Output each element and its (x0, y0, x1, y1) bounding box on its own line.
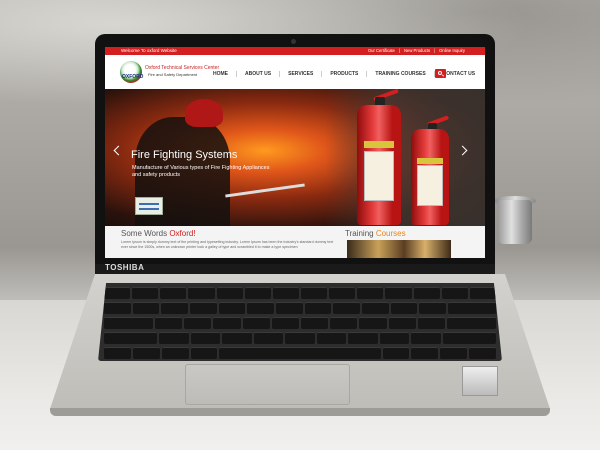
some-words-heading: Some Words Oxford! (121, 229, 196, 238)
webcam (291, 39, 296, 44)
topbar-link-certificate[interactable]: Our Certificate (368, 48, 395, 53)
topbar-link-inquiry[interactable]: Online Inquiry (439, 48, 465, 53)
training-heading-highlight: Courses (375, 229, 406, 238)
nav-separator (366, 71, 368, 77)
keyboard (98, 283, 502, 361)
department-name: Fire and Safety Department (148, 72, 198, 77)
nav-item-services[interactable]: SERVICES (288, 71, 313, 77)
extinguisher-label (416, 165, 444, 206)
nav-item-home[interactable]: HOME (213, 71, 228, 77)
topbar-link-new-products[interactable]: New Products (404, 48, 430, 53)
some-words-body: Lorem Ipsum is simply dummy text of the … (121, 240, 334, 250)
logo-text: OXFORD (122, 74, 144, 80)
nav-separator (321, 71, 323, 77)
firefighter-helmet (185, 99, 223, 127)
training-courses-image[interactable] (347, 240, 451, 258)
hero-subtitle: Manufacture of Various types of Fire Fig… (132, 165, 270, 179)
topbar-links: Our Certificate | New Products | Online … (368, 48, 465, 53)
extinguisher-label (363, 150, 395, 201)
nav-item-about-us[interactable]: ABOUT US (245, 71, 271, 77)
hero-slider: Fire Fighting Systems Manufacture of Var… (105, 89, 485, 226)
site-topbar: Welcome To oxford Website Our Certificat… (105, 47, 485, 55)
screen-bezel: Welcome To oxford Website Our Certificat… (95, 34, 495, 264)
hero-smoke (325, 89, 485, 226)
touchpad (185, 364, 350, 405)
topbar-link-separator: | (434, 48, 436, 53)
extinguisher-stripe (416, 157, 444, 164)
key-row (104, 302, 497, 314)
some-words-heading-prefix: Some Words (121, 229, 170, 238)
key-row (104, 287, 496, 299)
nav-separator (236, 71, 237, 77)
laptop-brand: TOSHIBA (105, 263, 145, 272)
nav-item-contact-us[interactable]: CONTACT US (443, 71, 475, 77)
some-words-heading-highlight: Oxford! (169, 229, 196, 238)
hose-spray (225, 183, 305, 198)
site-header: OXFORD Oxford Technical Services Center … (105, 55, 485, 89)
fire-extinguisher-small (411, 129, 449, 225)
search-button[interactable] (435, 69, 446, 78)
metal-cup (498, 200, 532, 244)
training-courses-heading: Training Courses (345, 229, 406, 238)
fire-extinguisher-large (357, 105, 401, 225)
search-icon-handle (441, 73, 444, 77)
nav-item-products[interactable]: PRODUCTS (330, 71, 358, 77)
laptop-deck-edge (50, 408, 550, 416)
laptop-sticker (462, 366, 498, 396)
key-row (104, 347, 497, 359)
key-row (104, 332, 497, 344)
certification-badge (135, 197, 163, 215)
extinguisher-stripe (363, 141, 395, 149)
website-display: Welcome To oxford Website Our Certificat… (105, 47, 485, 258)
company-name: Oxford Technical Services Center (145, 65, 220, 71)
logo[interactable]: OXFORD (120, 59, 144, 85)
topbar-link-separator: | (398, 48, 400, 53)
hero-title: Fire Fighting Systems (131, 149, 238, 161)
nav-separator (279, 71, 281, 77)
key-row (104, 317, 496, 329)
welcome-text: Welcome To oxford Website (121, 48, 177, 53)
training-heading-prefix: Training (345, 229, 376, 238)
nav-item-training-courses[interactable]: TRAINING COURSES (375, 71, 425, 77)
content-section: Some Words Oxford! Lorem Ipsum is simply… (105, 226, 485, 258)
